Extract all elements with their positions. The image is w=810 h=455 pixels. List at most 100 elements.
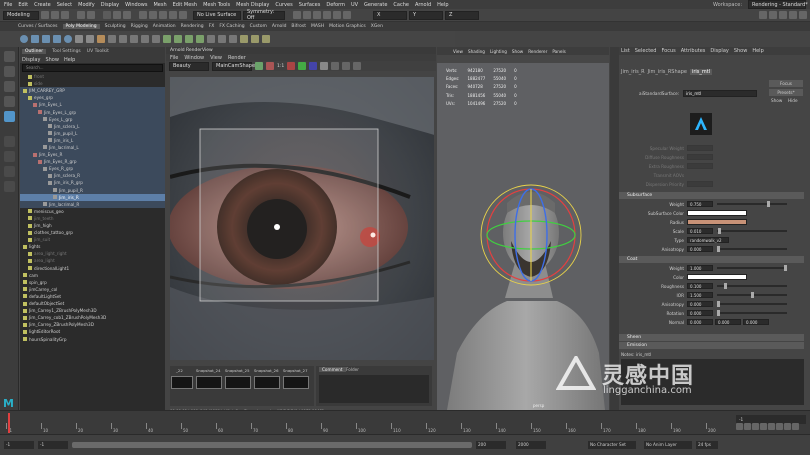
- snapshot-thumb[interactable]: [196, 376, 222, 389]
- attr-field[interactable]: 0.000: [687, 319, 713, 325]
- transform-z-field[interactable]: Z: [445, 10, 479, 20]
- menu-uv[interactable]: UV: [351, 2, 358, 8]
- select-component-icon[interactable]: [123, 11, 131, 19]
- tab-jim-iris-r[interactable]: Jim_iris_R: [621, 69, 645, 75]
- range-inner-end-field[interactable]: 200: [476, 441, 506, 449]
- step-forward-key-icon[interactable]: [784, 423, 791, 430]
- ae-menu-list[interactable]: List: [621, 48, 630, 54]
- outliner-item[interactable]: defaultObjectSet: [20, 300, 165, 307]
- outliner-item[interactable]: area_light: [20, 257, 165, 264]
- channel-alpha-icon[interactable]: [320, 62, 329, 70]
- rv-menu-render[interactable]: Render: [228, 55, 246, 61]
- shelf-tab-sculpting[interactable]: Sculpting: [105, 24, 126, 29]
- hide-button[interactable]: Hide: [788, 98, 798, 103]
- tool-settings-toggle-icon[interactable]: [789, 11, 797, 19]
- bevel-icon[interactable]: [185, 35, 193, 43]
- combine-icon[interactable]: [108, 35, 116, 43]
- menu-edit[interactable]: Edit: [18, 2, 28, 8]
- ae-menu-attributes[interactable]: Attributes: [681, 48, 706, 54]
- arnold-render-view-icon[interactable]: [343, 11, 351, 19]
- attr-field[interactable]: 0.000: [687, 301, 713, 307]
- rv-menu-window[interactable]: Window: [184, 55, 204, 61]
- outliner-item[interactable]: front: [20, 73, 165, 80]
- vp-menu-shading[interactable]: Shading: [468, 49, 485, 54]
- color-swatch[interactable]: [687, 219, 747, 225]
- attr-slider[interactable]: [717, 292, 787, 298]
- play-backwards-icon[interactable]: [760, 423, 767, 430]
- poly-plane-icon[interactable]: [75, 35, 83, 43]
- rv-menu-file[interactable]: File: [170, 55, 178, 61]
- outliner-item[interactable]: Jim_pupil_R: [20, 186, 165, 194]
- show-button[interactable]: Show: [771, 98, 782, 103]
- outliner-item[interactable]: meniscus_geo: [20, 208, 165, 215]
- tab-uv-toolkit[interactable]: UV Toolkit: [87, 49, 109, 54]
- outliner-item[interactable]: side: [20, 80, 165, 87]
- snap-view-icon[interactable]: [169, 11, 177, 19]
- attr-field[interactable]: [687, 145, 713, 151]
- play-forwards-icon[interactable]: [768, 423, 775, 430]
- tab-outliner[interactable]: Outliner: [22, 49, 47, 54]
- outliner-item[interactable]: Jim_high: [20, 222, 165, 229]
- poly-torus-icon[interactable]: [64, 35, 72, 43]
- menu-generate[interactable]: Generate: [364, 2, 387, 8]
- channel-blue-icon[interactable]: [309, 62, 318, 70]
- anim-layer-dropdown[interactable]: No Anim Layer: [644, 441, 692, 449]
- hypershade-icon[interactable]: [333, 11, 341, 19]
- auto-map-icon[interactable]: [262, 35, 270, 43]
- outliner-item[interactable]: Jim_Eyes_R_grp: [20, 158, 165, 166]
- sign-in-icon[interactable]: [759, 11, 767, 19]
- menu-mesh-display[interactable]: Mesh Display: [236, 2, 269, 8]
- edge-loop-icon[interactable]: [229, 35, 237, 43]
- coat-section-header[interactable]: Coat: [619, 256, 804, 263]
- outliner-item[interactable]: spin_grp: [20, 279, 165, 286]
- sheen-section-header[interactable]: Sheen: [619, 334, 804, 341]
- open-scene-icon[interactable]: [51, 11, 59, 19]
- vp-menu-lighting[interactable]: Lighting: [490, 49, 507, 54]
- menu-deform[interactable]: Deform: [326, 2, 345, 8]
- ae-menu-show[interactable]: Show: [734, 48, 748, 54]
- transform-x-field[interactable]: X: [373, 10, 407, 20]
- outliner-item[interactable]: JIM_CARREY_GRP: [20, 87, 165, 95]
- outliner-item[interactable]: cam: [20, 272, 165, 279]
- color-swatch[interactable]: [687, 274, 747, 280]
- tab-folder[interactable]: Folder: [346, 367, 359, 372]
- go-to-start-icon[interactable]: [736, 423, 743, 430]
- shelf-tab-custom[interactable]: Custom: [250, 24, 267, 29]
- attr-slider[interactable]: [717, 201, 787, 207]
- ae-vertical-tabs[interactable]: [610, 47, 619, 410]
- menu-cache[interactable]: Cache: [393, 2, 409, 8]
- move-tool-icon[interactable]: [4, 96, 15, 107]
- outliner-item[interactable]: Jim_iris_R: [20, 193, 165, 201]
- render-image[interactable]: [170, 77, 434, 360]
- outliner-item[interactable]: Jim_lacrimal_L: [20, 143, 165, 152]
- range-inner-start-field[interactable]: -1: [38, 441, 68, 449]
- tab-comment[interactable]: Comment: [319, 367, 346, 372]
- snap-curve-icon[interactable]: [149, 11, 157, 19]
- comment-textarea[interactable]: [319, 375, 429, 403]
- menu-mesh[interactable]: Mesh: [153, 2, 166, 8]
- attr-field[interactable]: 1.500: [687, 292, 713, 298]
- attr-field[interactable]: [687, 163, 713, 169]
- shelf-tab-rigging[interactable]: Rigging: [131, 24, 148, 29]
- attr-field[interactable]: 0.000: [743, 319, 769, 325]
- poly-cone-icon[interactable]: [53, 35, 61, 43]
- shelf-tab-animation[interactable]: Animation: [153, 24, 176, 29]
- snapshot-icon[interactable]: [342, 62, 351, 70]
- select-hierarchy-icon[interactable]: [103, 11, 111, 19]
- step-back-frame-icon[interactable]: [752, 423, 759, 430]
- shelf-tab-mash[interactable]: MASH: [311, 24, 324, 29]
- outliner-item[interactable]: Jim_Eyes_R: [20, 151, 165, 159]
- snap-surface-icon[interactable]: [179, 11, 187, 19]
- outliner-item[interactable]: jim_suit: [20, 236, 165, 243]
- settings-icon[interactable]: [353, 62, 362, 70]
- camera-dropdown[interactable]: MainCamShape: [212, 61, 255, 71]
- color-swatch[interactable]: [687, 210, 747, 216]
- tab-jim-iris-rshape[interactable]: Jim_iris_RShape: [648, 69, 687, 75]
- range-start-field[interactable]: -1: [4, 441, 34, 449]
- rotate-tool-icon[interactable]: [4, 111, 15, 122]
- current-time-marker[interactable]: [8, 413, 10, 433]
- outliner-item[interactable]: Eyes_R_grp: [20, 165, 165, 173]
- vp-menu-panels[interactable]: Panels: [552, 49, 565, 54]
- smooth-icon[interactable]: [130, 35, 138, 43]
- attr-field[interactable]: 1.000: [687, 265, 713, 271]
